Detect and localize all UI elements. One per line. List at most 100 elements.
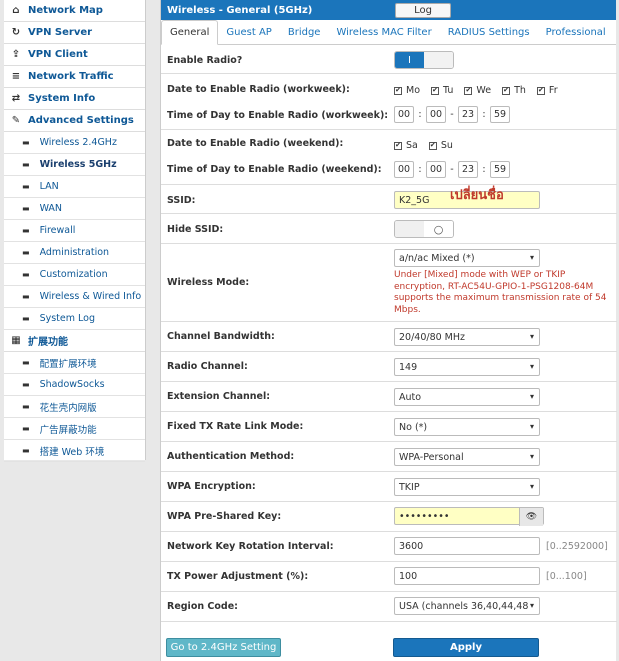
sidebar-ext-item[interactable]: ▬ 配置扩展环境 [4, 352, 145, 374]
psk-value: ••••••••• [399, 510, 450, 522]
sidebar-item-network-traffic[interactable]: ≡ Network Traffic [4, 66, 145, 88]
sidebar-ext-item[interactable]: ▬ 花生壳内网版 [4, 396, 145, 418]
date-weekend-row: Date to Enable Radio (weekend): ✔ Sa ✔ Su [161, 130, 617, 156]
apply-button[interactable]: Apply [393, 638, 539, 657]
sidebar-subitem[interactable]: ▬ LAN [4, 176, 145, 198]
show-password-icon[interactable]: 👁 [519, 508, 543, 526]
sidebar-subitem-label: Firewall [39, 225, 76, 236]
sidebar-ext-item[interactable]: ▬ 广告屏蔽功能 [4, 418, 145, 440]
date-workweek-label: Date to Enable Radio (workweek): [167, 84, 350, 95]
tab-general[interactable]: General [161, 20, 219, 45]
sidebar-subitem[interactable]: ▬ System Log [4, 308, 145, 330]
channel-bandwidth-select[interactable]: 20/40/80 MHz ▾ [394, 328, 540, 346]
toggle-off [424, 52, 453, 68]
sidebar-item-vpn-server[interactable]: ↻ VPN Server [4, 22, 145, 44]
sidebar-item-label: 扩展功能 [28, 337, 68, 348]
day-label: Sa [406, 140, 418, 151]
sidebar-subitem-label: 广告屏蔽功能 [39, 424, 97, 436]
dash-icon: ▬ [22, 248, 30, 257]
end-minute-input[interactable]: 59 [490, 161, 510, 178]
goto-2.4ghz-button[interactable]: Go to 2.4GHz Setting [166, 638, 281, 657]
sidebar-item-vpn-client[interactable]: ⇪ VPN Client [4, 44, 145, 66]
auth-method-label: Authentication Method: [167, 451, 295, 462]
dash-icon: ▬ [22, 226, 30, 235]
tab-guest-ap[interactable]: Guest AP [218, 20, 279, 44]
start-minute-input[interactable]: 00 [426, 161, 446, 178]
enable-radio-toggle[interactable]: I [394, 51, 454, 69]
dash-icon: ▬ [22, 160, 30, 169]
wpa-encryption-select[interactable]: TKIP ▾ [394, 478, 540, 496]
time-colon: : [418, 164, 422, 175]
ssid-annotation: เปลี่ยนชื่อ [450, 188, 504, 203]
tx-power-input[interactable]: 100 [394, 567, 540, 585]
time-colon: : [482, 164, 486, 175]
sidebar-subitem[interactable]: ▬ Wireless 2.4GHz [4, 132, 145, 154]
tab-bridge[interactable]: Bridge [280, 20, 329, 44]
workweek-days: ✔ Mo ✔ Tu ✔ We ✔ Th ✔ Fr [394, 84, 569, 96]
wireless-mode-label: Wireless Mode: [167, 277, 250, 288]
day-label: Fr [548, 85, 558, 96]
date-workweek-row: Date to Enable Radio (workweek): ✔ Mo ✔ Tu ✔… [161, 74, 617, 103]
wpa-psk-input[interactable]: ••••••••• 👁 [394, 507, 544, 526]
extension-channel-select[interactable]: Auto ▾ [394, 388, 540, 406]
key-rotation-input[interactable]: 3600 [394, 537, 540, 555]
sidebar-ext-item[interactable]: ▬ ShadowSocks [4, 374, 145, 396]
radio-channel-select[interactable]: 149 ▾ [394, 358, 540, 376]
start-hour-input[interactable]: 00 [394, 106, 414, 123]
upload-icon: ⇪ [11, 49, 21, 60]
tab-wireless-mac-filter[interactable]: Wireless MAC Filter [328, 20, 439, 44]
dash-icon: ▬ [22, 314, 30, 323]
day-checkbox[interactable]: ✔ Sa [394, 140, 418, 151]
sidebar-subitem[interactable]: ▬ Firewall [4, 220, 145, 242]
radio-channel-row: Radio Channel: 149 ▾ [161, 352, 617, 382]
hide-ssid-toggle[interactable]: ○ [394, 220, 454, 238]
time-dash: - [450, 109, 454, 120]
sidebar-subitem[interactable]: ▬ Wireless 5GHz [4, 154, 145, 176]
select-value: 149 [399, 361, 418, 373]
sidebar-ext-item[interactable]: ▬ 搭建 Web 环境 [4, 440, 145, 462]
day-checkbox[interactable]: ✔ Mo [394, 85, 420, 96]
tab-bar: General Guest AP Bridge Wireless MAC Filter… [161, 20, 616, 45]
sidebar-subitem[interactable]: ▬ Administration [4, 242, 145, 264]
sidebar-item-system-info[interactable]: ⇄ System Info [4, 88, 145, 110]
time-colon: : [482, 109, 486, 120]
day-label: Th [514, 85, 526, 96]
end-hour-input[interactable]: 23 [458, 161, 478, 178]
fixed-tx-select[interactable]: No (*) ▾ [394, 418, 540, 436]
time-colon: : [418, 109, 422, 120]
sidebar-subitem[interactable]: ▬ WAN [4, 198, 145, 220]
dash-icon: ▬ [22, 138, 30, 147]
sidebar-subitem-label: ShadowSocks [39, 379, 105, 390]
sidebar-item-advanced-settings[interactable]: ✎ Advanced Settings [4, 110, 145, 132]
page-header: Wireless - General (5GHz) Log [161, 0, 616, 20]
logout-button[interactable]: Log [395, 3, 451, 18]
end-hour-input[interactable]: 23 [458, 106, 478, 123]
start-minute-input[interactable]: 00 [426, 106, 446, 123]
auth-method-select[interactable]: WPA-Personal ▾ [394, 448, 540, 466]
day-checkbox[interactable]: ✔ Fr [536, 85, 558, 96]
hide-ssid-label: Hide SSID: [167, 224, 224, 235]
sidebar-item-network-map[interactable]: ⌂ Network Map [4, 0, 145, 22]
check-icon: ✔ [464, 86, 473, 95]
dash-icon: ▬ [22, 358, 30, 367]
day-checkbox[interactable]: ✔ Su [428, 140, 453, 151]
region-row: Region Code: USA (channels 36,40,44,48 ▾ [161, 592, 617, 622]
start-hour-input[interactable]: 00 [394, 161, 414, 178]
sidebar-item-extensions[interactable]: ▦ 扩展功能 [4, 330, 145, 352]
sidebar-subitem[interactable]: ▬ Customization [4, 264, 145, 286]
region-select[interactable]: USA (channels 36,40,44,48 ▾ [394, 597, 540, 615]
day-checkbox[interactable]: ✔ Tu [431, 85, 453, 96]
check-icon: ✔ [394, 141, 402, 150]
sidebar-item-label: VPN Server [28, 27, 93, 38]
sidebar-subitem[interactable]: ▬ Wireless & Wired Info [4, 286, 145, 308]
tab-radius-settings[interactable]: RADIUS Settings [440, 20, 538, 44]
list-icon: ≡ [11, 71, 21, 82]
sidebar-item-label: Network Traffic [28, 71, 114, 82]
sidebar-subitem-label: 花生壳内网版 [39, 402, 97, 414]
day-checkbox[interactable]: ✔ We [464, 85, 491, 96]
wireless-mode-select[interactable]: a/n/ac Mixed (*) ▾ [394, 249, 540, 267]
day-checkbox[interactable]: ✔ Th [502, 85, 526, 96]
tab-professional[interactable]: Professional [538, 20, 614, 44]
end-minute-input[interactable]: 59 [490, 106, 510, 123]
ssid-row: SSID: K2_5G [161, 185, 617, 214]
